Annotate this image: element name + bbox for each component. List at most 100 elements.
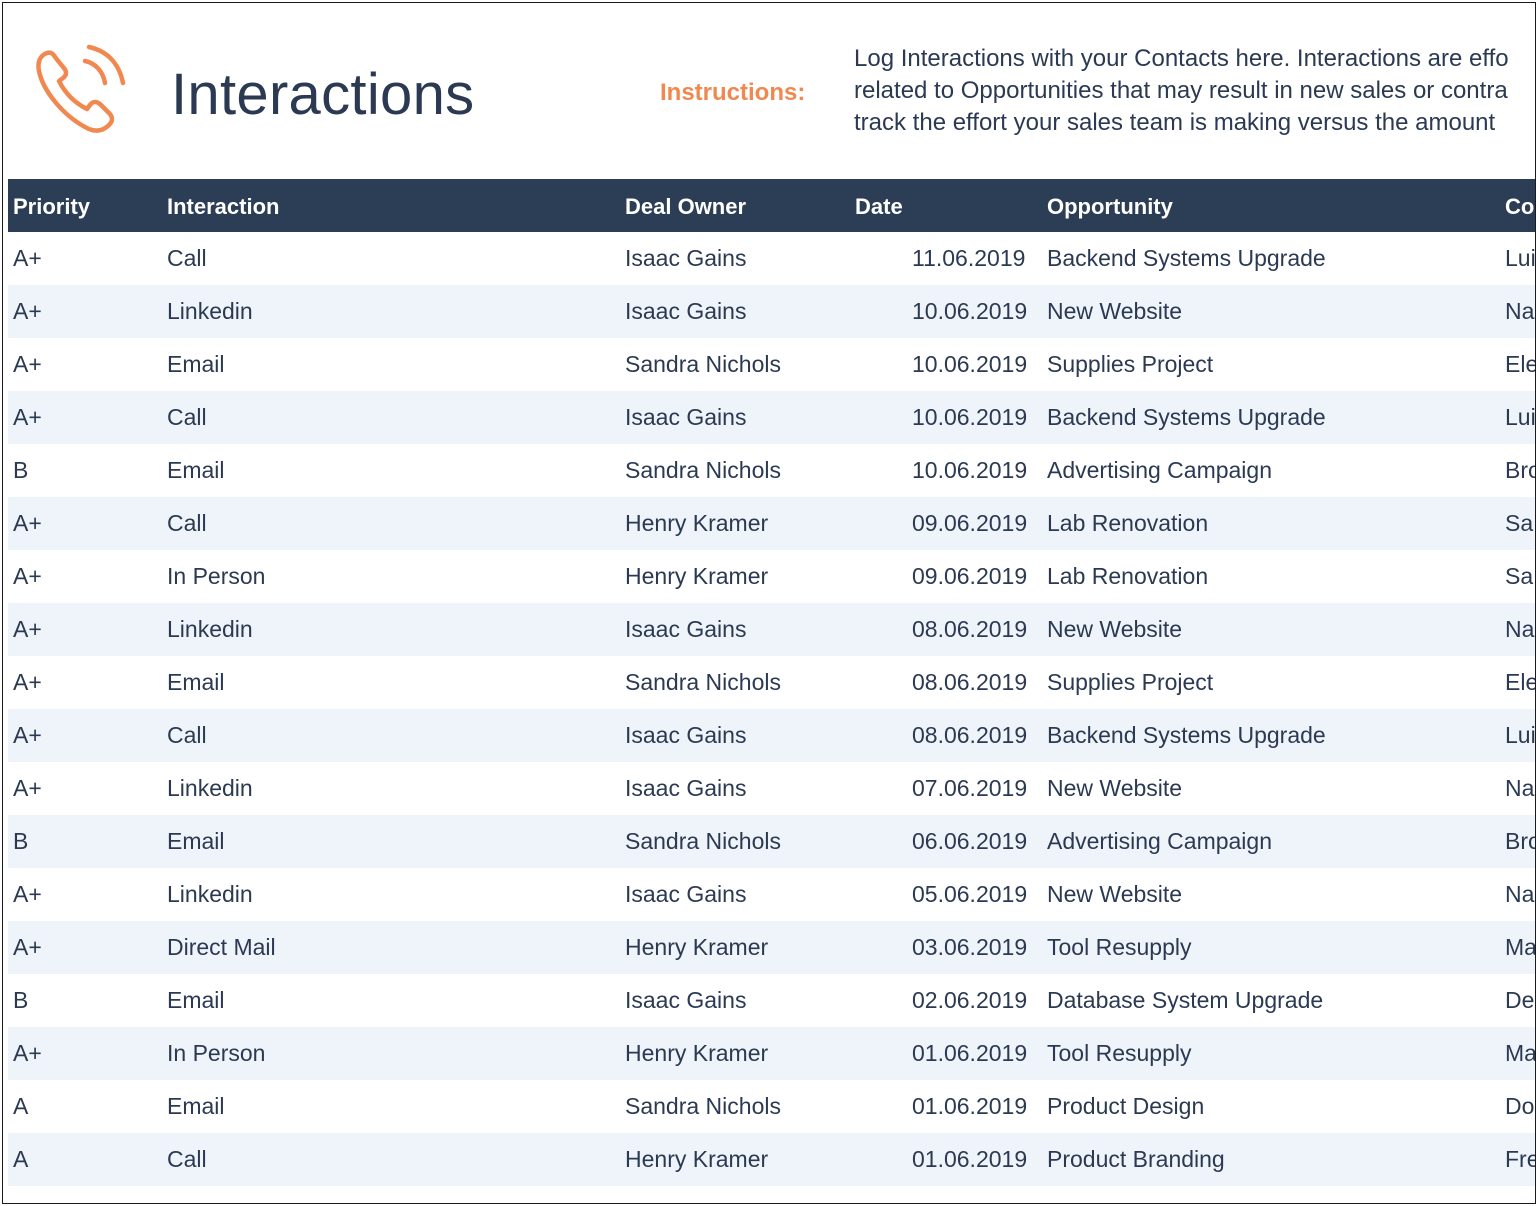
cell-opportunity[interactable]: Tool Resupply (1047, 934, 1191, 961)
cell-contact[interactable]: De (1505, 987, 1534, 1014)
cell-priority[interactable]: A+ (13, 775, 42, 802)
cell-interaction[interactable]: Linkedin (167, 616, 253, 643)
cell-contact[interactable]: Lui (1505, 722, 1535, 749)
cell-deal-owner[interactable]: Isaac Gains (625, 987, 746, 1014)
table-row[interactable]: A Email Sandra Nichols 01.06.2019 Produc… (8, 1080, 1535, 1133)
column-header-interaction[interactable]: Interaction (167, 194, 279, 220)
cell-interaction[interactable]: Email (167, 987, 225, 1014)
cell-contact[interactable]: Ele (1505, 669, 1535, 696)
cell-priority[interactable]: A+ (13, 510, 42, 537)
cell-contact[interactable]: Ele (1505, 351, 1535, 378)
table-row[interactable]: A Call Henry Kramer 01.06.2019 Product B… (8, 1133, 1535, 1186)
cell-deal-owner[interactable]: Sandra Nichols (625, 669, 781, 696)
cell-deal-owner[interactable]: Sandra Nichols (625, 457, 781, 484)
cell-opportunity[interactable]: Backend Systems Upgrade (1047, 722, 1326, 749)
column-header-deal-owner[interactable]: Deal Owner (625, 194, 746, 220)
cell-date[interactable]: 10.06.2019 (912, 457, 1027, 484)
cell-interaction[interactable]: Email (167, 669, 225, 696)
cell-deal-owner[interactable]: Isaac Gains (625, 245, 746, 272)
cell-deal-owner[interactable]: Isaac Gains (625, 404, 746, 431)
cell-interaction[interactable]: Call (167, 245, 207, 272)
cell-contact[interactable]: Fre (1505, 1146, 1535, 1173)
cell-contact[interactable]: Bro (1505, 457, 1535, 484)
cell-interaction[interactable]: Call (167, 722, 207, 749)
cell-interaction[interactable]: Linkedin (167, 881, 253, 908)
table-row[interactable]: B Email Sandra Nichols 10.06.2019 Advert… (8, 444, 1535, 497)
cell-interaction[interactable]: Linkedin (167, 298, 253, 325)
table-row[interactable]: A+ Call Isaac Gains 11.06.2019 Backend S… (8, 232, 1535, 285)
cell-contact[interactable]: Lui (1505, 404, 1535, 431)
cell-priority[interactable]: A+ (13, 298, 42, 325)
cell-interaction[interactable]: Direct Mail (167, 934, 276, 961)
cell-interaction[interactable]: Email (167, 1093, 225, 1120)
cell-contact[interactable]: Na (1505, 775, 1534, 802)
cell-opportunity[interactable]: Supplies Project (1047, 351, 1213, 378)
cell-opportunity[interactable]: Advertising Campaign (1047, 828, 1272, 855)
table-row[interactable]: A+ Call Isaac Gains 10.06.2019 Backend S… (8, 391, 1535, 444)
table-row[interactable]: A+ Call Isaac Gains 08.06.2019 Backend S… (8, 709, 1535, 762)
cell-priority[interactable]: A+ (13, 881, 42, 908)
cell-contact[interactable]: Do (1505, 1093, 1534, 1120)
cell-deal-owner[interactable]: Isaac Gains (625, 775, 746, 802)
cell-date[interactable]: 10.06.2019 (912, 298, 1027, 325)
cell-deal-owner[interactable]: Henry Kramer (625, 510, 768, 537)
cell-interaction[interactable]: Call (167, 404, 207, 431)
table-row[interactable]: B Email Isaac Gains 02.06.2019 Database … (8, 974, 1535, 1027)
cell-deal-owner[interactable]: Isaac Gains (625, 722, 746, 749)
column-header-priority[interactable]: Priority (13, 194, 90, 220)
cell-deal-owner[interactable]: Isaac Gains (625, 881, 746, 908)
cell-date[interactable]: 08.06.2019 (912, 616, 1027, 643)
cell-interaction[interactable]: Email (167, 828, 225, 855)
cell-interaction[interactable]: Call (167, 510, 207, 537)
cell-priority[interactable]: A+ (13, 351, 42, 378)
cell-date[interactable]: 02.06.2019 (912, 987, 1027, 1014)
cell-priority[interactable]: A+ (13, 934, 42, 961)
cell-date[interactable]: 10.06.2019 (912, 404, 1027, 431)
table-row[interactable]: A+ Email Sandra Nichols 08.06.2019 Suppl… (8, 656, 1535, 709)
column-header-date[interactable]: Date (855, 194, 903, 220)
cell-opportunity[interactable]: Tool Resupply (1047, 1040, 1191, 1067)
cell-priority[interactable]: A (13, 1146, 28, 1173)
table-row[interactable]: A+ Call Henry Kramer 09.06.2019 Lab Reno… (8, 497, 1535, 550)
cell-priority[interactable]: B (13, 457, 28, 484)
cell-contact[interactable]: Ma (1505, 934, 1535, 961)
cell-opportunity[interactable]: New Website (1047, 881, 1182, 908)
cell-interaction[interactable]: Call (167, 1146, 207, 1173)
cell-opportunity[interactable]: Backend Systems Upgrade (1047, 245, 1326, 272)
cell-opportunity[interactable]: New Website (1047, 298, 1182, 325)
table-row[interactable]: A+ Linkedin Isaac Gains 08.06.2019 New W… (8, 603, 1535, 656)
column-header-contact[interactable]: Co (1505, 194, 1534, 220)
cell-date[interactable]: 01.06.2019 (912, 1093, 1027, 1120)
cell-date[interactable]: 09.06.2019 (912, 510, 1027, 537)
cell-date[interactable]: 01.06.2019 (912, 1040, 1027, 1067)
cell-priority[interactable]: A+ (13, 563, 42, 590)
cell-contact[interactable]: Sa (1505, 563, 1533, 590)
column-header-opportunity[interactable]: Opportunity (1047, 194, 1173, 220)
table-row[interactable]: A+ Email Sandra Nichols 10.06.2019 Suppl… (8, 338, 1535, 391)
cell-contact[interactable]: Ma (1505, 1040, 1535, 1067)
table-row[interactable]: A+ Linkedin Isaac Gains 07.06.2019 New W… (8, 762, 1535, 815)
cell-priority[interactable]: A+ (13, 245, 42, 272)
table-row[interactable]: A+ Direct Mail Henry Kramer 03.06.2019 T… (8, 921, 1535, 974)
cell-deal-owner[interactable]: Sandra Nichols (625, 351, 781, 378)
cell-priority[interactable]: A+ (13, 669, 42, 696)
cell-opportunity[interactable]: Lab Renovation (1047, 510, 1208, 537)
table-row[interactable]: A+ In Person Henry Kramer 01.06.2019 Too… (8, 1027, 1535, 1080)
cell-interaction[interactable]: Email (167, 457, 225, 484)
cell-contact[interactable]: Na (1505, 298, 1534, 325)
cell-date[interactable]: 08.06.2019 (912, 722, 1027, 749)
cell-opportunity[interactable]: Supplies Project (1047, 669, 1213, 696)
cell-contact[interactable]: Bro (1505, 828, 1535, 855)
cell-opportunity[interactable]: Lab Renovation (1047, 563, 1208, 590)
cell-date[interactable]: 07.06.2019 (912, 775, 1027, 802)
cell-opportunity[interactable]: Product Branding (1047, 1146, 1225, 1173)
cell-contact[interactable]: Sa (1505, 510, 1533, 537)
cell-deal-owner[interactable]: Henry Kramer (625, 563, 768, 590)
cell-interaction[interactable]: Email (167, 351, 225, 378)
cell-interaction[interactable]: In Person (167, 563, 265, 590)
cell-contact[interactable]: Na (1505, 881, 1534, 908)
cell-date[interactable]: 09.06.2019 (912, 563, 1027, 590)
cell-priority[interactable]: A+ (13, 404, 42, 431)
cell-opportunity[interactable]: Product Design (1047, 1093, 1204, 1120)
cell-deal-owner[interactable]: Isaac Gains (625, 298, 746, 325)
